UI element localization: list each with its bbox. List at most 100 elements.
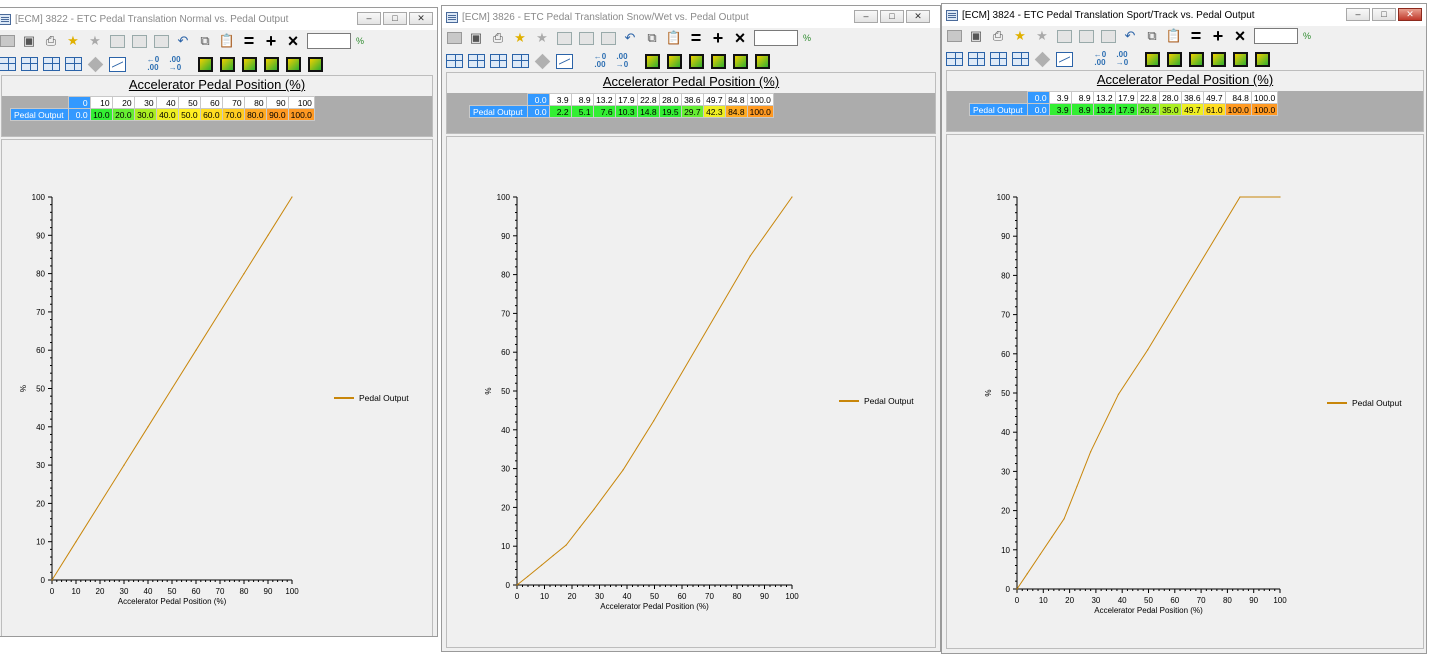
table-value-cell[interactable]: 35.0 bbox=[1158, 103, 1182, 116]
favorite-icon[interactable]: ★ bbox=[85, 32, 105, 50]
close-button[interactable]: ✕ bbox=[906, 10, 930, 23]
chart-icon[interactable] bbox=[554, 52, 574, 70]
save-icon[interactable]: ▣ bbox=[966, 27, 986, 45]
table-value-cell[interactable]: 70.0 bbox=[221, 108, 245, 121]
print-icon[interactable]: ⎙ bbox=[988, 27, 1008, 45]
minimize-button[interactable]: – bbox=[1346, 8, 1370, 21]
favorite-icon[interactable]: ★ bbox=[532, 29, 552, 47]
fill-up-icon[interactable] bbox=[752, 52, 772, 70]
calibration-table[interactable]: 0.0 3.9 8.9 13.2 17.9 22.8 28.0 38.6 49.7 84.8 100… bbox=[469, 93, 774, 118]
diamond-icon[interactable] bbox=[532, 52, 552, 70]
layout-split-icon[interactable] bbox=[466, 52, 486, 70]
table-value-cell[interactable]: 84.8 bbox=[724, 105, 748, 118]
table-grid-icon[interactable] bbox=[63, 55, 83, 73]
chart-icon[interactable] bbox=[107, 55, 127, 73]
table-header-cell[interactable]: 40 bbox=[155, 96, 179, 109]
table-value-cell[interactable]: 100.0 bbox=[1224, 103, 1252, 116]
table-header-cell[interactable]: 22.8 bbox=[1136, 91, 1160, 104]
table-value-cell[interactable]: 20.0 bbox=[111, 108, 135, 121]
copy-icon[interactable]: ⧉ bbox=[1142, 27, 1162, 45]
minimize-button[interactable]: – bbox=[854, 10, 878, 23]
paste-icon[interactable]: 📋 bbox=[664, 29, 684, 47]
window-title-bar[interactable]: [ECM] 3824 - ETC Pedal Translation Sport… bbox=[942, 4, 1426, 26]
table-value-cell[interactable]: 5.1 bbox=[570, 105, 594, 118]
table-header-cell[interactable]: 13.2 bbox=[592, 93, 616, 106]
undo-icon[interactable]: ↶ bbox=[173, 32, 193, 50]
fill-down-icon[interactable] bbox=[239, 55, 259, 73]
table-view-icon[interactable] bbox=[1054, 27, 1074, 45]
table-value-cell[interactable]: 90.0 bbox=[265, 108, 289, 121]
undo-icon[interactable]: ↶ bbox=[1120, 27, 1140, 45]
table-header-cell[interactable]: 13.2 bbox=[1092, 91, 1116, 104]
table-row-label[interactable]: Pedal Output bbox=[969, 103, 1028, 116]
table-value-cell[interactable]: 0.0 bbox=[67, 108, 91, 121]
table-header-cell[interactable]: 30 bbox=[133, 96, 157, 109]
table-header-cell[interactable]: 0.0 bbox=[1026, 91, 1050, 104]
value-input[interactable] bbox=[1254, 28, 1298, 44]
table-header-cell[interactable]: 100.0 bbox=[1250, 91, 1279, 104]
table-value-cell[interactable]: 0.0 bbox=[1026, 103, 1050, 116]
decimal-decrease-icon[interactable]: .00 →0 bbox=[612, 52, 632, 70]
table-view-icon[interactable] bbox=[107, 32, 127, 50]
table-value-cell[interactable]: 10.3 bbox=[614, 105, 638, 118]
table-compare-icon[interactable] bbox=[1076, 27, 1096, 45]
multiply-icon[interactable]: × bbox=[730, 28, 750, 48]
undo-icon[interactable]: ↶ bbox=[620, 29, 640, 47]
table-value-cell[interactable]: 26.2 bbox=[1136, 103, 1160, 116]
diamond-icon[interactable] bbox=[1032, 50, 1052, 68]
table-value-cell[interactable]: 49.7 bbox=[1180, 103, 1204, 116]
fill-up-icon[interactable] bbox=[305, 55, 325, 73]
table-value-cell[interactable]: 40.0 bbox=[155, 108, 179, 121]
smooth-icon[interactable] bbox=[1208, 50, 1228, 68]
value-input[interactable] bbox=[307, 33, 351, 49]
table-header-cell[interactable]: 28.0 bbox=[1158, 91, 1182, 104]
decimal-increase-icon[interactable]: ←0.00 bbox=[590, 52, 610, 70]
interpolate-icon[interactable] bbox=[195, 55, 215, 73]
table-value-cell[interactable]: 42.3 bbox=[702, 105, 726, 118]
table-value-cell[interactable]: 10.0 bbox=[89, 108, 113, 121]
table-header-cell[interactable]: 90 bbox=[265, 96, 289, 109]
table-header-cell[interactable]: 70 bbox=[221, 96, 245, 109]
favorite-icon[interactable]: ★ bbox=[1032, 27, 1052, 45]
fill-down-icon[interactable] bbox=[686, 52, 706, 70]
table-header-cell[interactable]: 80 bbox=[243, 96, 267, 109]
table-value-cell[interactable]: 7.6 bbox=[592, 105, 616, 118]
table-value-cell[interactable]: 13.2 bbox=[1092, 103, 1116, 116]
table-value-cell[interactable]: 0.0 bbox=[526, 105, 550, 118]
fill-right-icon[interactable] bbox=[283, 55, 303, 73]
table-value-cell[interactable]: 100.0 bbox=[1250, 103, 1279, 116]
table-header-cell[interactable]: 84.8 bbox=[724, 93, 748, 106]
maximize-button[interactable]: □ bbox=[880, 10, 904, 23]
table-header-cell[interactable]: 60 bbox=[199, 96, 223, 109]
decimal-decrease-icon[interactable]: .00 →0 bbox=[1112, 50, 1132, 68]
table-diff-icon[interactable] bbox=[598, 29, 618, 47]
table-header-cell[interactable]: 38.6 bbox=[680, 93, 704, 106]
table-header-cell[interactable]: 8.9 bbox=[1070, 91, 1094, 104]
table-value-cell[interactable]: 8.9 bbox=[1070, 103, 1094, 116]
paste-icon[interactable]: 📋 bbox=[1164, 27, 1184, 45]
table-value-cell[interactable]: 60.0 bbox=[199, 108, 223, 121]
table-value-cell[interactable]: 19.5 bbox=[658, 105, 682, 118]
open-folder-icon[interactable] bbox=[444, 29, 464, 47]
fill-left-icon[interactable] bbox=[1164, 50, 1184, 68]
close-button[interactable]: ✕ bbox=[409, 12, 433, 25]
close-button[interactable]: ✕ bbox=[1398, 8, 1422, 21]
layout-vertical-icon[interactable] bbox=[41, 55, 61, 73]
diamond-icon[interactable] bbox=[85, 55, 105, 73]
paste-icon[interactable]: 📋 bbox=[217, 32, 237, 50]
multiply-icon[interactable]: × bbox=[1230, 26, 1250, 46]
window-title-bar[interactable]: [ECM] 3826 - ETC Pedal Translation Snow/… bbox=[442, 6, 940, 28]
table-header-cell[interactable]: 49.7 bbox=[702, 93, 726, 106]
table-header-cell[interactable]: 100 bbox=[287, 96, 315, 109]
table-value-cell[interactable]: 29.7 bbox=[680, 105, 704, 118]
table-header-cell[interactable]: 8.9 bbox=[570, 93, 594, 106]
decimal-increase-icon[interactable]: ←0.00 bbox=[143, 55, 163, 73]
table-header-cell[interactable]: 0.0 bbox=[526, 93, 550, 106]
table-header-cell[interactable]: 17.9 bbox=[1114, 91, 1138, 104]
interpolate-icon[interactable] bbox=[1142, 50, 1162, 68]
add-favorite-icon[interactable]: ★ bbox=[1010, 27, 1030, 45]
layout-horizontal-icon[interactable] bbox=[0, 55, 17, 73]
table-value-cell[interactable]: 80.0 bbox=[243, 108, 267, 121]
layout-horizontal-icon[interactable] bbox=[944, 50, 964, 68]
decimal-decrease-icon[interactable]: .00 →0 bbox=[165, 55, 185, 73]
